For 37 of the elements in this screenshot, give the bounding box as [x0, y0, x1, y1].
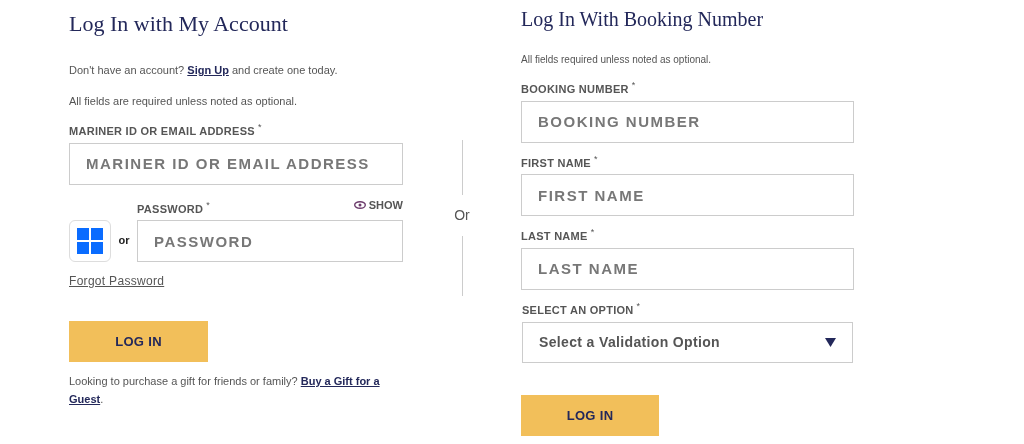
gift-link[interactable]: Buy a Gift for a [300, 375, 380, 387]
separator-text: Or [454, 206, 470, 225]
required-mark: * [590, 228, 595, 237]
select-dropdown[interactable]: Select a Validation Option [522, 322, 853, 363]
required-note: All fields are required unless noted as optional. [69, 93, 299, 109]
required-mark: * [631, 81, 636, 90]
required-mark: * [257, 123, 262, 132]
or-text: or [117, 232, 131, 248]
input-field[interactable]: FIRST NAME [521, 174, 854, 216]
field-label: LAST NAME [521, 229, 588, 244]
section-title: Log In with My Account [69, 10, 289, 38]
windows-login-button[interactable] [69, 220, 111, 262]
eye-icon [353, 200, 366, 209]
forgot-password-link[interactable]: Forgot Password [69, 272, 165, 290]
input-field[interactable]: BOOKING NUMBER [521, 100, 854, 143]
signup-link[interactable]: Sign Up [187, 64, 229, 76]
field-label: SELECT AN OPTION [522, 302, 634, 318]
login-button[interactable]: LOG IN [521, 395, 659, 436]
section-title: Log In With Booking Number [521, 7, 765, 33]
required-mark: * [594, 154, 598, 164]
gift-text: Looking to purchase a gift for friends or family? Buy a Gift for a Guest. [69, 374, 381, 407]
required-mark: * [206, 200, 210, 210]
required-note: All fields required unless noted as optional. [521, 53, 713, 67]
input-field[interactable]: LAST NAME [521, 247, 854, 290]
input-field[interactable]: MARINER ID OR EMAIL ADDRESS [69, 142, 403, 185]
show-password-toggle[interactable]: SHOW [353, 196, 403, 213]
signup-text: Don't have an account? Sign Up and create one today. [69, 63, 339, 78]
field-label: BOOKING NUMBER [521, 82, 629, 97]
field-label: MARINER ID OR EMAIL ADDRESS [69, 124, 255, 139]
field-label: FIRST NAME [521, 155, 591, 171]
caret-icon [825, 338, 836, 347]
select-value: Select a Validation Option [539, 333, 721, 352]
required-mark: * [636, 301, 641, 311]
input-field[interactable]: PASSWORD [137, 220, 403, 262]
field-label: PASSWORD [137, 201, 204, 217]
windows-icon [77, 228, 103, 254]
login-button[interactable]: LOG IN [69, 321, 208, 362]
